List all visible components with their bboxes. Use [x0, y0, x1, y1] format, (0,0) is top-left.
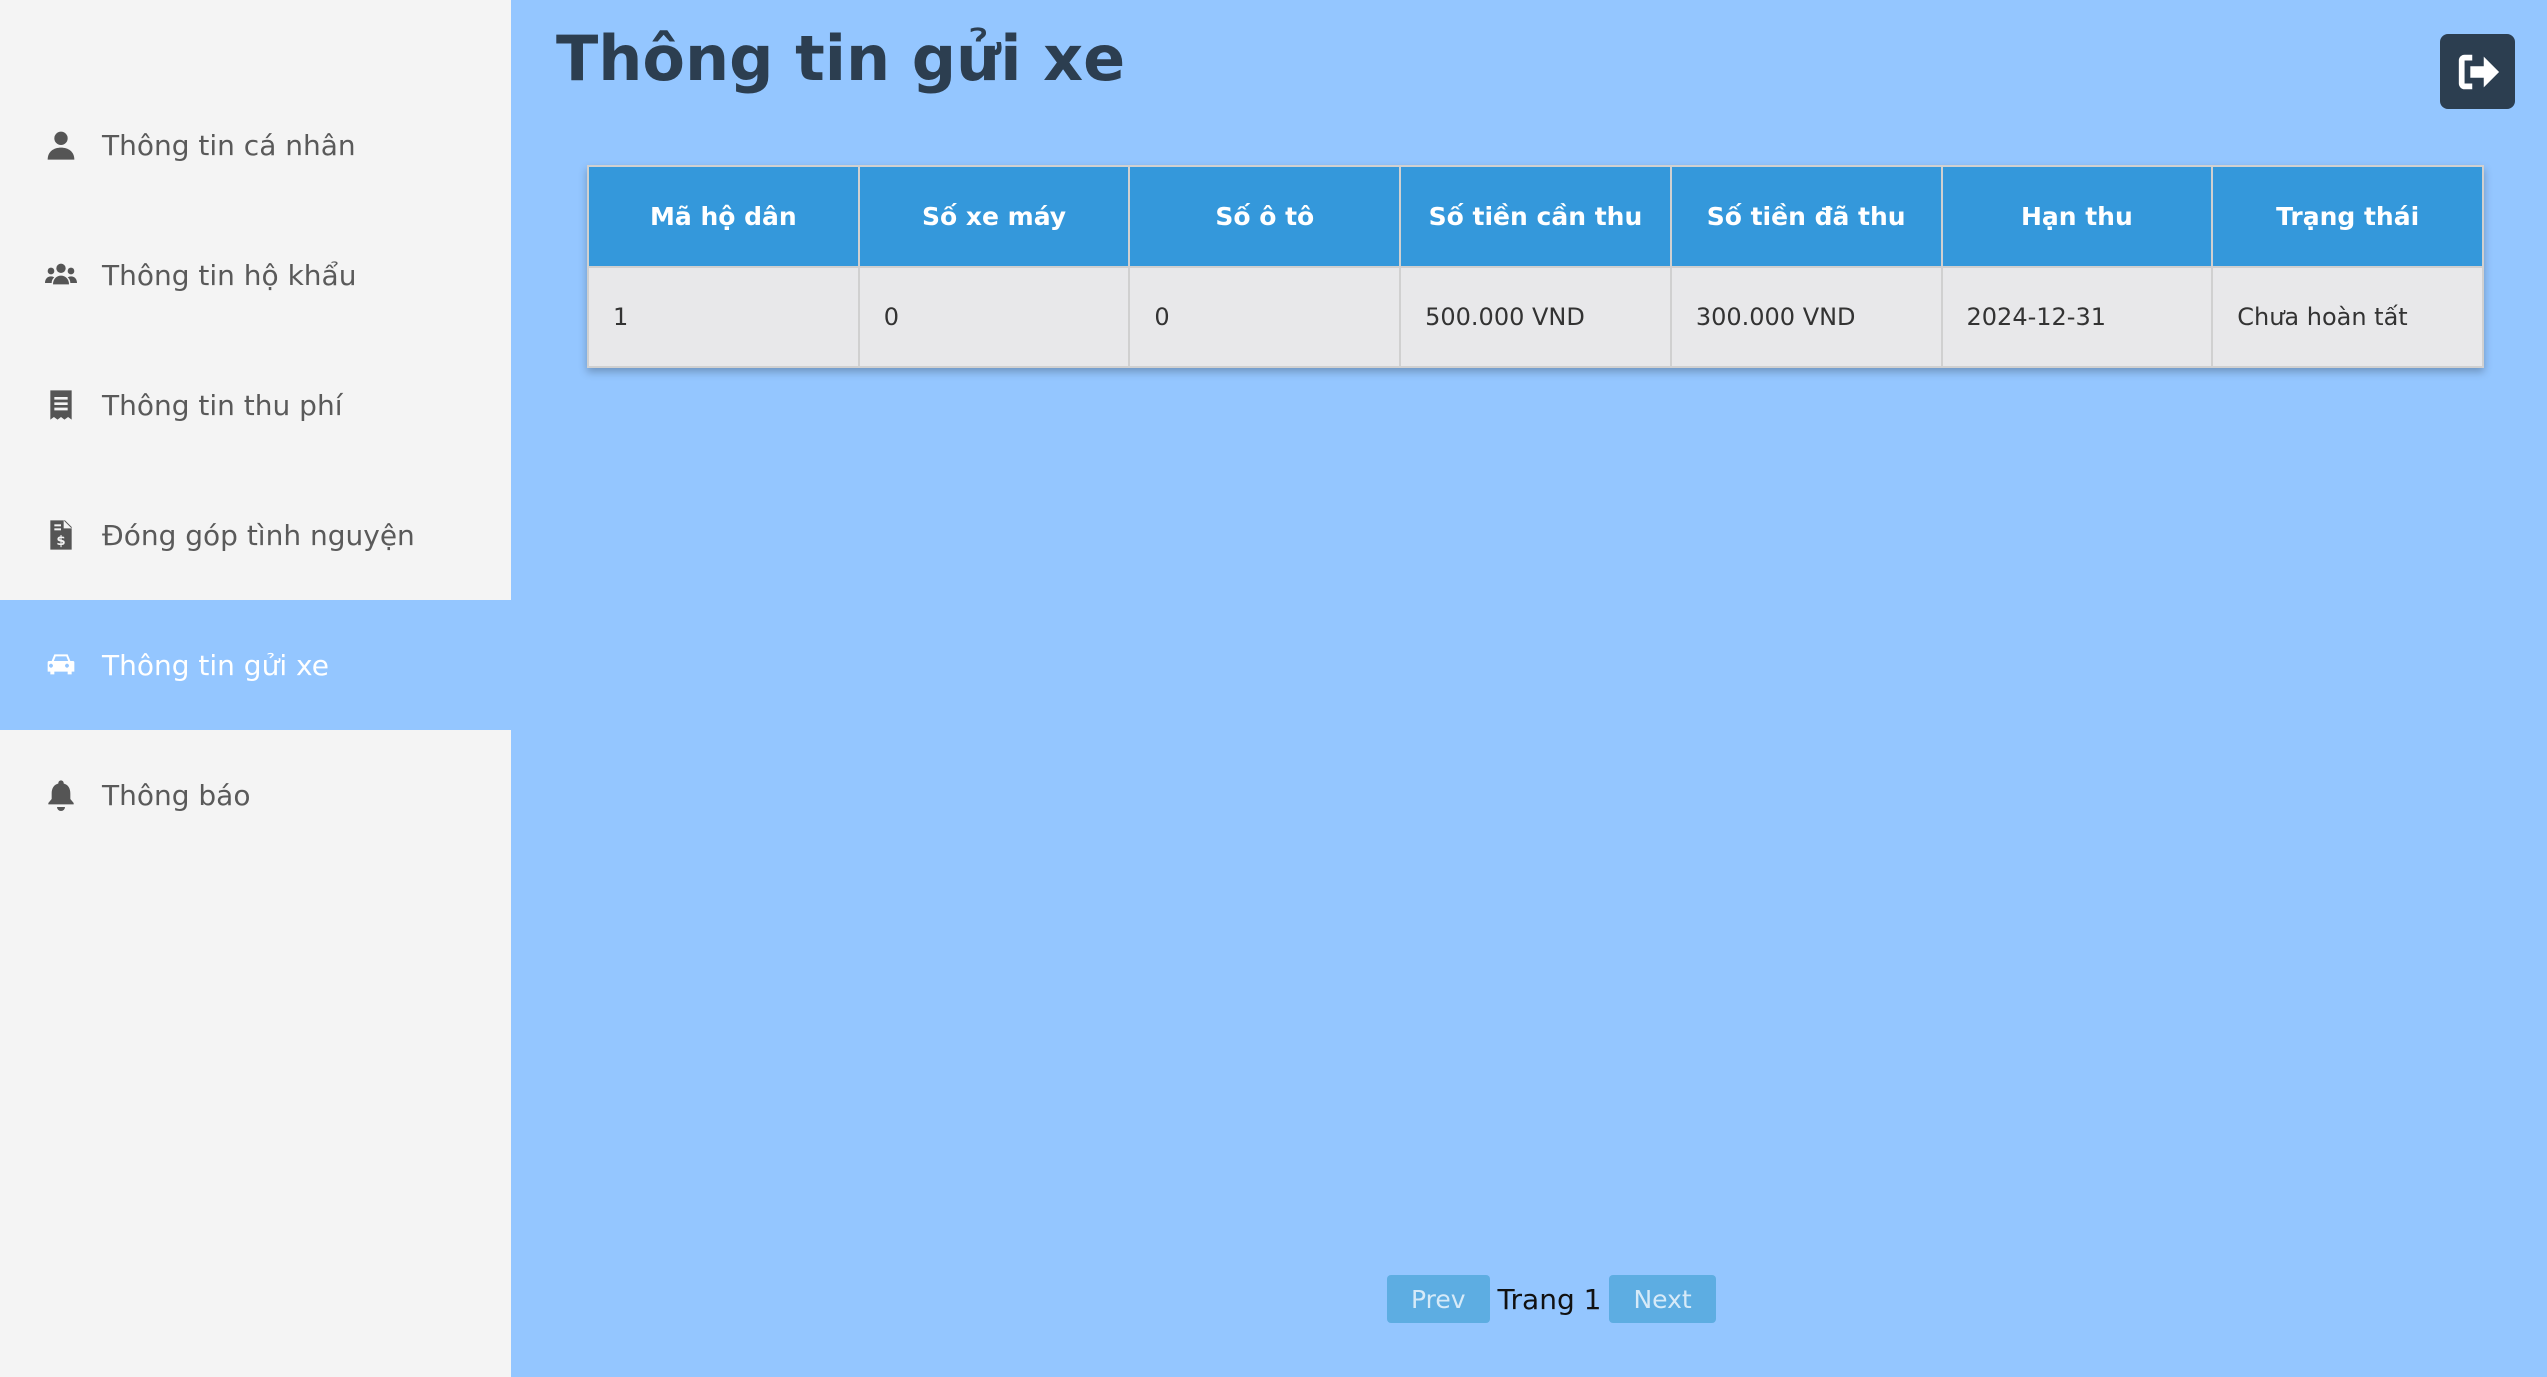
- cell-amount-due: 500.000 VND: [1399, 266, 1672, 368]
- sign-out-icon: [2455, 49, 2501, 95]
- sidebar-item-label: Thông báo: [102, 778, 251, 812]
- sidebar-item-household-info[interactable]: Thông tin hộ khẩu: [0, 210, 511, 340]
- sidebar-item-label: Đóng góp tình nguyện: [102, 518, 415, 552]
- sidebar-item-label: Thông tin hộ khẩu: [102, 258, 357, 292]
- cell-cars: 0: [1128, 266, 1402, 368]
- sidebar: Thông tin cá nhân Thông tin hộ khẩu Thôn…: [0, 0, 511, 1377]
- parking-table: Mã hộ dân Số xe máy Số ô tô Số tiền cần …: [587, 165, 2484, 368]
- receipt-icon: [44, 388, 78, 422]
- column-header-deadline: Hạn thu: [1940, 165, 2214, 268]
- cell-motorbikes: 0: [857, 266, 1131, 368]
- invoice-dollar-icon: $: [44, 518, 78, 552]
- sidebar-item-personal-info[interactable]: Thông tin cá nhân: [0, 80, 511, 210]
- user-icon: [44, 128, 78, 162]
- cell-amount-paid: 300.000 VND: [1669, 266, 1943, 368]
- page-title: Thông tin gửi xe: [556, 22, 1126, 95]
- cell-status: Chưa hoàn tất: [2211, 266, 2484, 368]
- column-header-amount-due: Số tiền cần thu: [1399, 165, 1672, 268]
- logout-button[interactable]: [2440, 34, 2515, 109]
- next-page-button[interactable]: Next: [1609, 1275, 1716, 1323]
- column-header-household-id: Mã hộ dân: [587, 165, 860, 268]
- users-icon: [44, 258, 78, 292]
- column-header-cars: Số ô tô: [1128, 165, 1402, 268]
- column-header-status: Trạng thái: [2211, 165, 2484, 268]
- prev-page-button[interactable]: Prev: [1387, 1275, 1490, 1323]
- table-header-row: Mã hộ dân Số xe máy Số ô tô Số tiền cần …: [587, 165, 2484, 268]
- main-content: Thông tin gửi xe Mã hộ dân Số xe máy Số …: [511, 0, 2547, 1377]
- column-header-amount-paid: Số tiền đã thu: [1669, 165, 1943, 268]
- sidebar-item-fee-info[interactable]: Thông tin thu phí: [0, 340, 511, 470]
- parking-table-container: Mã hộ dân Số xe máy Số ô tô Số tiền cần …: [587, 165, 2484, 368]
- cell-deadline: 2024-12-31: [1940, 266, 2214, 368]
- sidebar-item-notifications[interactable]: Thông báo: [0, 730, 511, 860]
- svg-text:$: $: [56, 534, 65, 549]
- sidebar-item-label: Thông tin thu phí: [102, 388, 343, 422]
- bell-icon: [44, 778, 78, 812]
- sidebar-item-voluntary-contribution[interactable]: $ Đóng góp tình nguyện: [0, 470, 511, 600]
- cell-household-id: 1: [587, 266, 860, 368]
- sidebar-item-label: Thông tin cá nhân: [102, 128, 356, 162]
- app-root: Thông tin cá nhân Thông tin hộ khẩu Thôn…: [0, 0, 2547, 1377]
- car-icon: [44, 648, 78, 682]
- column-header-motorbikes: Số xe máy: [857, 165, 1131, 268]
- table-row: 1 0 0 500.000 VND 300.000 VND 2024-12-31…: [587, 266, 2484, 368]
- sidebar-item-label: Thông tin gửi xe: [102, 648, 329, 682]
- page-indicator: Trang 1: [1497, 1282, 1602, 1316]
- pagination: Prev Trang 1 Next: [1387, 1275, 1716, 1323]
- sidebar-item-parking-info[interactable]: Thông tin gửi xe: [0, 600, 511, 730]
